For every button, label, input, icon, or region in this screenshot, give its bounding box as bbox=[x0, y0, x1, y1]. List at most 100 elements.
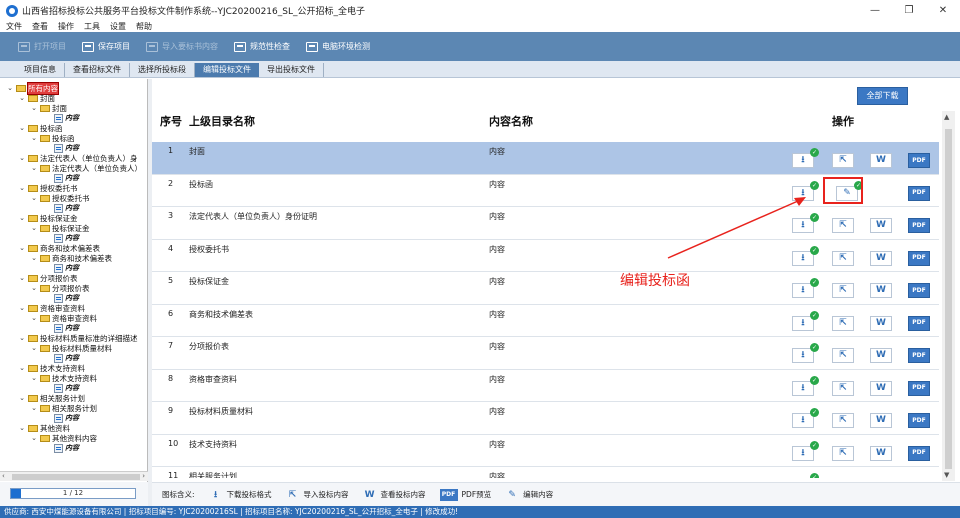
tree-group-2[interactable]: ⌄ 投标函 bbox=[18, 123, 62, 133]
table-row[interactable]: 9 投标材料质量材料 内容 ⭳ ✓ ⇱ W PDF bbox=[152, 402, 939, 435]
expand-icon[interactable]: ⌄ bbox=[30, 224, 38, 232]
download-all-button[interactable]: 全部下载 bbox=[857, 87, 908, 105]
tree-subgroup-12[interactable]: ⌄ 其他资料内容 bbox=[30, 433, 97, 443]
view-content-button[interactable]: W bbox=[870, 218, 892, 233]
download-template-button[interactable]: ⭳ ✓ bbox=[792, 408, 819, 428]
pdf-preview-button[interactable]: PDF bbox=[908, 348, 930, 363]
tree-subgroup-7[interactable]: ⌄ 分项报价表 bbox=[30, 283, 89, 293]
tree-group-6[interactable]: ⌄ 商务和技术偏差表 bbox=[18, 243, 100, 253]
tree-leaf-12[interactable]: 内容 bbox=[52, 443, 79, 453]
expand-icon[interactable]: ⌄ bbox=[18, 394, 26, 402]
tree-leaf-6[interactable]: 内容 bbox=[52, 263, 79, 273]
download-template-button[interactable]: ⭳ ✓ bbox=[792, 278, 819, 298]
expand-icon[interactable]: ⌄ bbox=[18, 244, 26, 252]
tree-leaf-11[interactable]: 内容 bbox=[52, 413, 79, 423]
expand-icon[interactable]: ⌄ bbox=[30, 434, 38, 442]
tree-subgroup-11[interactable]: ⌄ 相关服务计划 bbox=[30, 403, 97, 413]
tree-leaf-3[interactable]: 内容 bbox=[52, 173, 79, 183]
pdf-preview-button[interactable]: PDF bbox=[908, 250, 930, 266]
download-template-button[interactable]: ⭳ ✓ bbox=[792, 343, 819, 363]
expand-icon[interactable]: ⌄ bbox=[30, 314, 38, 322]
table-row[interactable]: 11相关服务计划内容⭳✓⇱WPDF bbox=[152, 467, 939, 478]
tree-root[interactable]: ⌄ 所有内容 bbox=[6, 81, 59, 95]
table-row[interactable]: 2 投标函 内容 ⭳ ✓ ✎ ✓ PDF bbox=[152, 175, 939, 207]
tree-group-11[interactable]: ⌄ 相关服务计划 bbox=[18, 393, 85, 403]
download-template-button[interactable]: ⭳ ✓ bbox=[792, 245, 819, 266]
tree-group-7[interactable]: ⌄ 分项报价表 bbox=[18, 273, 77, 283]
tab-project-info[interactable]: 项目信息 bbox=[16, 63, 65, 77]
tree-leaf-10[interactable]: 内容 bbox=[52, 383, 79, 393]
tree-group-5[interactable]: ⌄ 投标保证金 bbox=[18, 213, 77, 223]
tree-group-9[interactable]: ⌄ 投标材料质量标准的详细描述 bbox=[18, 333, 137, 343]
tree-group-1[interactable]: ⌄ 封面 bbox=[18, 93, 55, 103]
pdf-preview-button[interactable]: PDF bbox=[908, 445, 930, 461]
view-content-button[interactable]: W bbox=[870, 153, 892, 168]
import-content-button[interactable]: ⇱ bbox=[832, 445, 854, 461]
download-template-button[interactable]: ⭳ ✓ bbox=[792, 213, 819, 233]
pdf-preview-button[interactable]: PDF bbox=[908, 380, 930, 396]
expand-icon[interactable]: ⌄ bbox=[18, 94, 26, 102]
table-row[interactable]: 5 投标保证金 内容 ⭳ ✓ ⇱ W PDF bbox=[152, 272, 939, 305]
table-row[interactable]: 4 授权委托书 内容 ⭳ ✓ ⇱ W PDF bbox=[152, 240, 939, 272]
expand-icon[interactable]: ⌄ bbox=[18, 184, 26, 192]
tree-subgroup-8[interactable]: ⌄ 资格审查资料 bbox=[30, 313, 97, 323]
import-content-button[interactable]: ⇱ bbox=[832, 413, 854, 428]
tree-scroll-thumb[interactable] bbox=[12, 474, 140, 480]
tree-group-8[interactable]: ⌄ 资格审查资料 bbox=[18, 303, 85, 313]
environment-check-button[interactable]: 电脑环境检测 bbox=[306, 41, 370, 52]
view-content-button[interactable]: W bbox=[870, 413, 892, 428]
tab-view-tender-doc[interactable]: 查看招标文件 bbox=[65, 63, 130, 77]
download-template-button[interactable]: ⭳ ✓ bbox=[792, 440, 819, 461]
expand-icon[interactable]: ⌄ bbox=[18, 124, 26, 132]
open-project-button[interactable]: 打开项目 bbox=[18, 41, 66, 52]
scroll-right-icon[interactable]: › bbox=[142, 472, 145, 480]
view-content-button[interactable]: W bbox=[870, 380, 892, 396]
view-content-button[interactable]: W bbox=[870, 445, 892, 461]
expand-icon[interactable]: ⌄ bbox=[30, 284, 38, 292]
view-content-button[interactable]: W bbox=[870, 283, 892, 298]
view-content-button[interactable]: W bbox=[870, 315, 892, 331]
view-content-button[interactable]: W bbox=[870, 348, 892, 363]
tree-subgroup-9[interactable]: ⌄ 投标材料质量材料 bbox=[30, 343, 112, 353]
expand-icon[interactable]: ⌄ bbox=[18, 214, 26, 222]
tree-subgroup-3[interactable]: ⌄ 法定代表人（单位负责人） bbox=[30, 163, 142, 173]
tree-group-3[interactable]: ⌄ 法定代表人（单位负责人）身 bbox=[18, 153, 137, 163]
save-project-button[interactable]: 保存项目 bbox=[82, 41, 130, 52]
table-row[interactable]: 6 商务和技术偏差表 内容 ⭳ ✓ ⇱ W PDF bbox=[152, 305, 939, 337]
tree-group-10[interactable]: ⌄ 技术支持资料 bbox=[18, 363, 85, 373]
tree-group-12[interactable]: ⌄ 其他资料 bbox=[18, 423, 70, 433]
menu-view[interactable]: 查看 bbox=[27, 21, 53, 32]
minimize-button[interactable]: — bbox=[858, 0, 892, 21]
tree-leaf-7[interactable]: 内容 bbox=[52, 293, 79, 303]
menu-tools[interactable]: 工具 bbox=[79, 21, 105, 32]
pdf-preview-button[interactable]: PDF bbox=[908, 185, 930, 201]
scroll-up-icon[interactable]: ▲ bbox=[944, 113, 949, 121]
import-content-button[interactable]: ⇱ bbox=[832, 348, 854, 363]
expand-icon[interactable]: ⌄ bbox=[30, 374, 38, 382]
tab-select-section[interactable]: 选择所投标段 bbox=[130, 63, 195, 77]
import-content-button[interactable]: ⇱ bbox=[832, 315, 854, 331]
tree-subgroup-5[interactable]: ⌄ 投标保证金 bbox=[30, 223, 89, 233]
pdf-preview-button[interactable]: PDF bbox=[908, 315, 930, 331]
grid-scroll-thumb[interactable] bbox=[945, 129, 952, 469]
tab-export-bid-doc[interactable]: 导出投标文件 bbox=[259, 63, 324, 77]
expand-icon[interactable]: ⌄ bbox=[18, 274, 26, 282]
tree-leaf-4[interactable]: 内容 bbox=[52, 203, 79, 213]
tree-leaf-8[interactable]: 内容 bbox=[52, 323, 79, 333]
import-content-button[interactable]: ⇱ bbox=[832, 380, 854, 396]
tree-subgroup-4[interactable]: ⌄ 授权委托书 bbox=[30, 193, 89, 203]
pdf-preview-button[interactable]: PDF bbox=[908, 218, 930, 233]
table-row[interactable]: 1 封面 内容 ⭳ ✓ ⇱ W PDF bbox=[152, 142, 939, 175]
tree-subgroup-6[interactable]: ⌄ 商务和技术偏差表 bbox=[30, 253, 112, 263]
expand-icon[interactable]: ⌄ bbox=[30, 254, 38, 262]
import-content-button[interactable]: ⇱ bbox=[832, 283, 854, 298]
expand-icon[interactable]: ⌄ bbox=[6, 84, 14, 92]
expand-icon[interactable]: ⌄ bbox=[30, 164, 38, 172]
tree-group-4[interactable]: ⌄ 授权委托书 bbox=[18, 183, 77, 193]
expand-icon[interactable]: ⌄ bbox=[18, 424, 26, 432]
pdf-preview-button[interactable]: PDF bbox=[908, 283, 930, 298]
import-content-button[interactable]: ⇱ bbox=[832, 218, 854, 233]
download-template-button[interactable]: ⭳ ✓ bbox=[792, 375, 819, 396]
tree-leaf-2[interactable]: 内容 bbox=[52, 143, 79, 153]
expand-icon[interactable]: ⌄ bbox=[18, 154, 26, 162]
